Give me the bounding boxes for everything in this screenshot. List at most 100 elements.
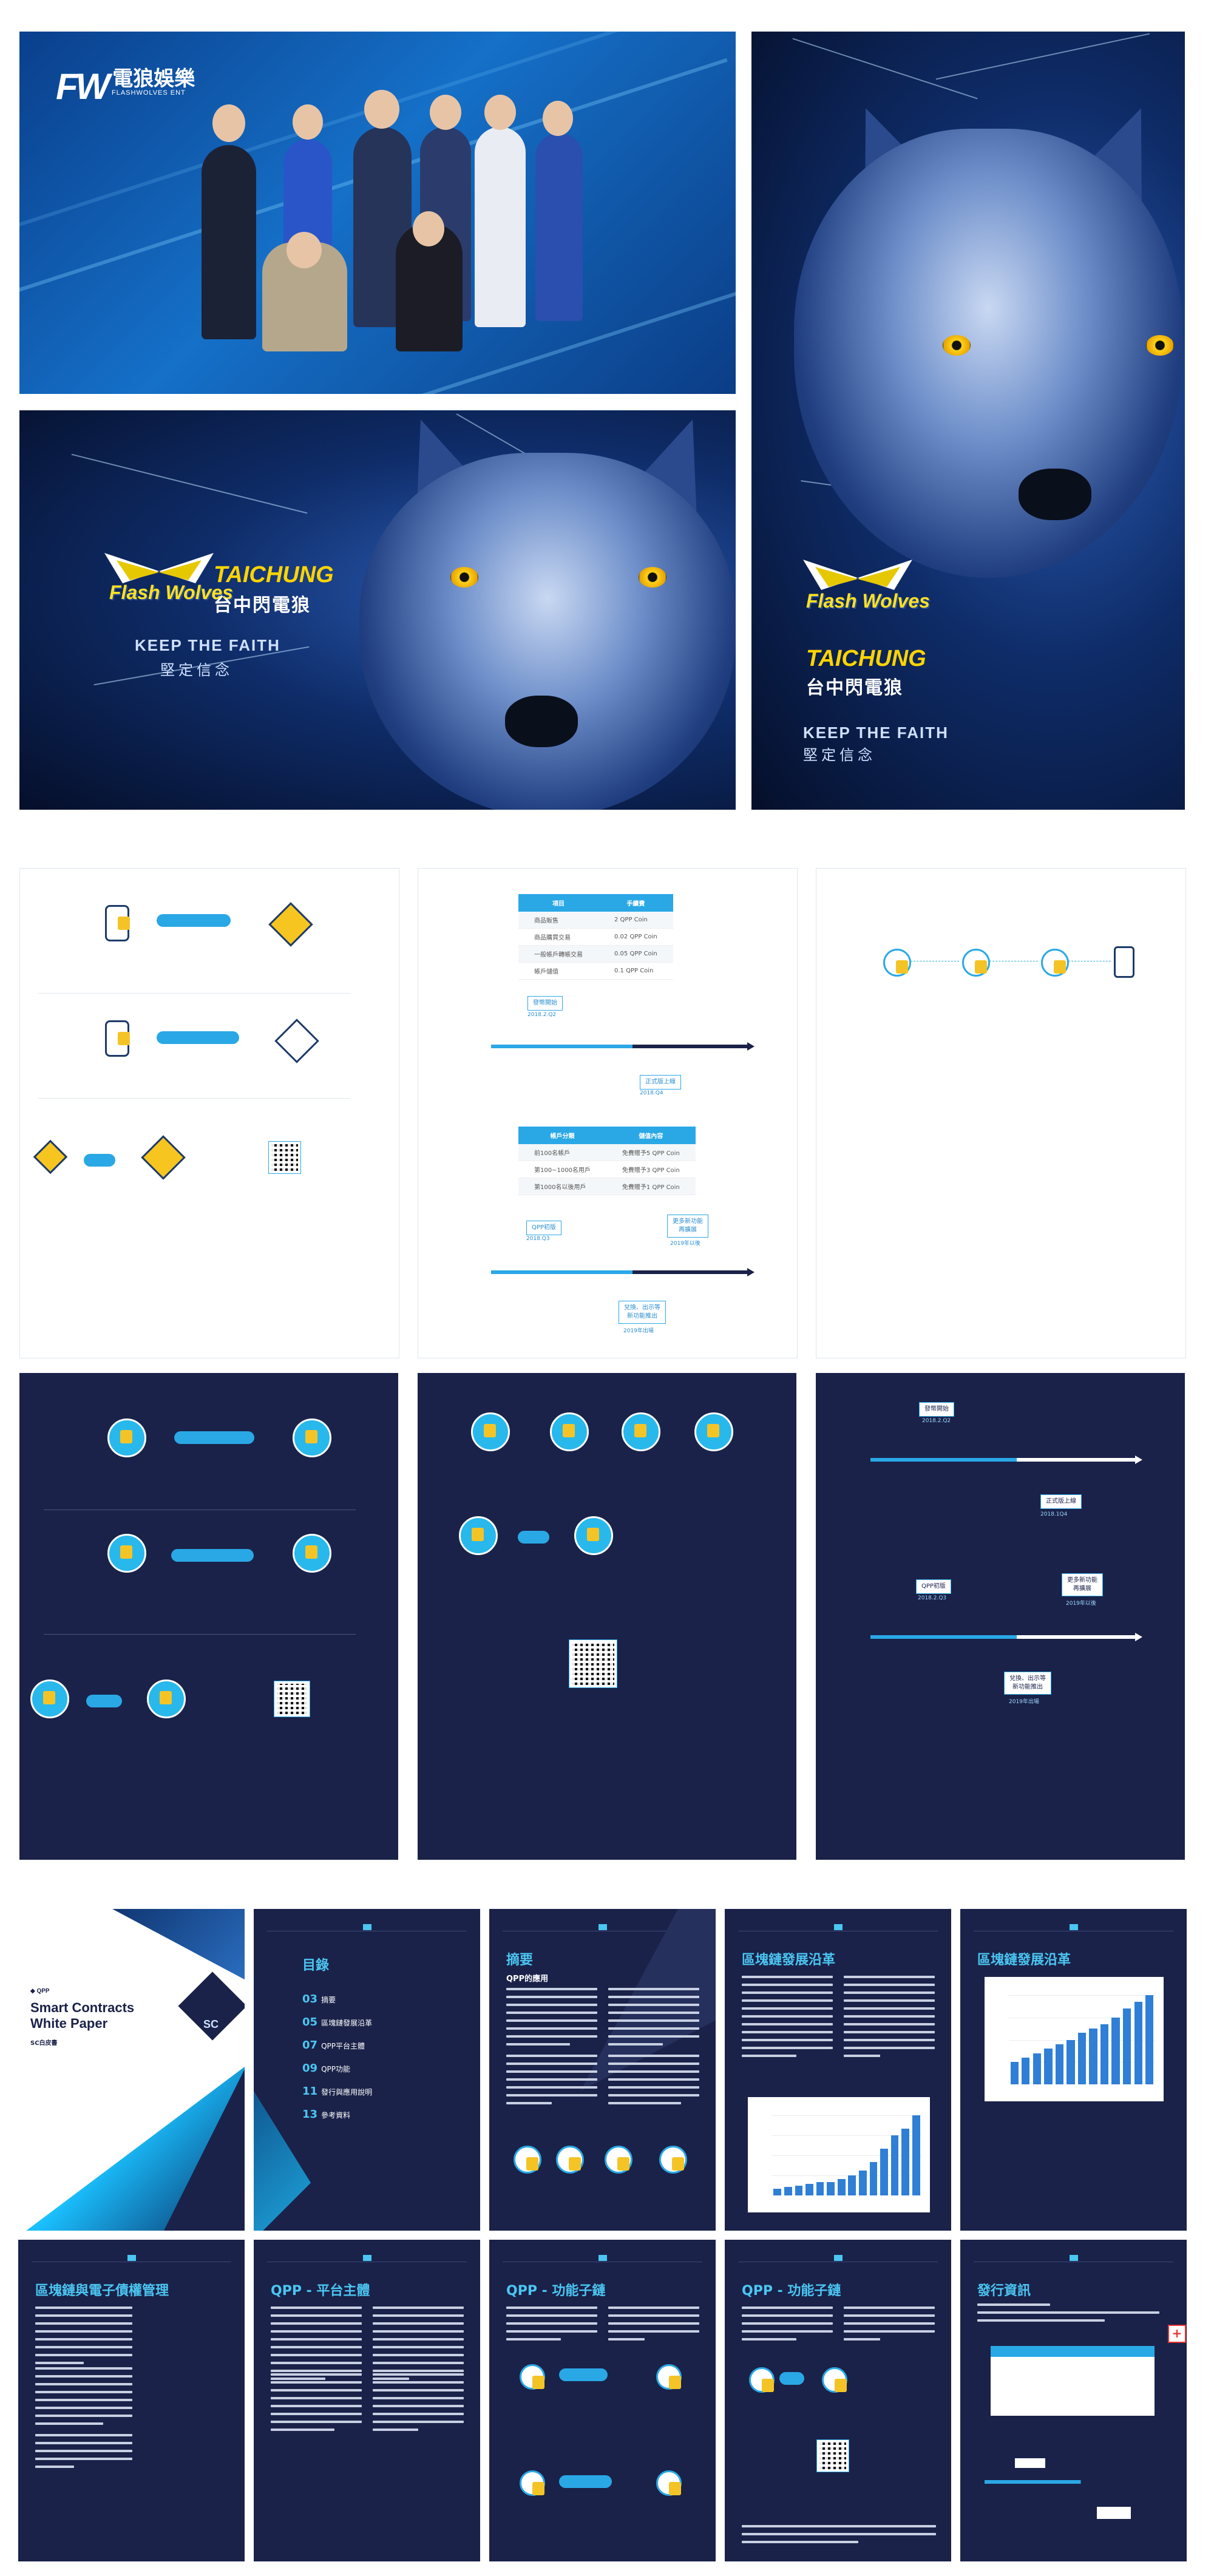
page-title: 區塊鏈發展沿革 <box>977 1953 1071 1968</box>
toc-item[interactable]: 07 QPP平台主體 <box>302 2034 372 2057</box>
whitepaper-ecommerce: 區塊鏈與電子債權管理 <box>18 2240 245 2561</box>
chart-bar <box>805 2183 813 2195</box>
whitepaper-toc: 目錄 03 摘要 05 區塊鏈發展沿革 07 QPP平台主體 09 QPP功能 11 發行… <box>254 1909 480 2231</box>
cover-title: Smart Contracts White Paper <box>30 2000 135 2031</box>
dark-flow-page-2 <box>418 1373 796 1860</box>
chart-bar <box>837 2178 846 2195</box>
page-title: 區塊鏈與電子債權管理 <box>35 2283 169 2299</box>
chart-bar <box>848 2175 856 2195</box>
chart-bar <box>869 2162 878 2195</box>
team-member <box>535 133 583 321</box>
slogan: KEEP THE FAITH <box>135 636 280 654</box>
toc-item[interactable]: 13 參考資料 <box>302 2103 372 2126</box>
chart-bar <box>1010 2062 1019 2084</box>
toc-item[interactable]: 09 QPP功能 <box>302 2057 372 2080</box>
toc-item[interactable]: 03 摘要 <box>302 1988 372 2011</box>
timeline-tag: 更多新功能 再擴展 <box>1062 1573 1103 1596</box>
city-name: TAICHUNG <box>806 646 926 671</box>
timeline-tag: 發幣開始 <box>919 1402 954 1417</box>
chart-bar <box>784 2187 792 2195</box>
page-title: QPP - 功能子鏈 <box>742 2283 841 2299</box>
timeline-tag <box>1015 2458 1045 2468</box>
chart-bar <box>880 2149 888 2195</box>
chart-bar <box>816 2182 824 2195</box>
chart-bar <box>827 2182 835 2195</box>
wolf-banner-wide: Flash Wolves TAICHUNG 台中閃電狼 KEEP THE FAI… <box>19 410 736 810</box>
timeline-tag: QPP初版 <box>916 1579 951 1594</box>
add-icon[interactable]: + <box>1168 2325 1186 2343</box>
chart-bar <box>1033 2053 1042 2084</box>
page-subtitle: QPP的應用 <box>506 1974 549 1984</box>
account-table: 帳戶分類 儲值內容 前100名帳戶 免費贈予5 QPP Coin 第100~1000… <box>518 1127 696 1195</box>
timeline-tag: 兌換、出示等 新功能推出 <box>619 1301 666 1324</box>
chart-bar <box>1100 2024 1109 2084</box>
cover-subtitle: SC白皮書 <box>30 2040 58 2047</box>
whitepaper-cover: ◆ QPP Smart Contracts White Paper SC白皮書 … <box>18 1909 245 2231</box>
team-wordmark: Flash Wolves <box>806 590 930 612</box>
chart-bar <box>1044 2049 1053 2084</box>
slogan: KEEP THE FAITH <box>803 724 949 742</box>
timeline-tag: QPP初版 <box>526 1221 561 1235</box>
page-title: 區塊鏈發展沿革 <box>742 1953 836 1968</box>
white-fee-page: 項目 手續費 商品販售 2 QPP Coin 商品購買交易 0.02 QPP Coin… <box>418 868 798 1358</box>
chart-bar <box>1134 2002 1142 2084</box>
page-title: QPP - 功能子鏈 <box>506 2283 606 2299</box>
whitepaper-platform: QPP - 平台主體 <box>254 2240 480 2561</box>
white-flow-page-3 <box>816 868 1186 1358</box>
chart-bar <box>859 2170 867 2195</box>
slogan-cn: 堅定信念 <box>803 747 876 764</box>
growth-chart-2 <box>985 1977 1164 2101</box>
timeline-bar <box>870 1633 1142 1641</box>
chart-bar <box>912 2115 920 2195</box>
timeline-bar <box>870 1456 1142 1464</box>
chart-bar <box>1066 2039 1075 2084</box>
growth-chart-1 <box>748 2097 930 2212</box>
whitepaper-summary: 摘要 QPP的應用 <box>489 1909 716 2231</box>
dark-timeline-page: 發幣開始 2018.2.Q2 正式版上線 2018.1Q4 QPP初版 2018… <box>816 1373 1185 1860</box>
city-name: TAICHUNG <box>214 562 334 588</box>
chart-bar <box>1077 2033 1087 2084</box>
timeline-tag: 兌換、出示等 新功能推出 <box>1004 1672 1051 1695</box>
toc-list: 03 摘要 05 區塊鏈發展沿革 07 QPP平台主體 09 QPP功能 11 發行與應用… <box>302 1988 372 2126</box>
whitepaper-history: 區塊鏈發展沿革 <box>725 1909 951 2231</box>
team-name-cn: 台中閃電狼 <box>806 677 903 699</box>
chart-bar <box>1145 1995 1154 2084</box>
dark-flow-page-1 <box>19 1373 398 1860</box>
team-photo: FW 電狼娛樂 FLASHWOLVES ENT <box>19 32 736 394</box>
timeline-tag: 正式版上線 <box>640 1075 681 1090</box>
timeline-bar <box>491 1268 755 1276</box>
chart-bar <box>1111 2017 1120 2084</box>
timeline-bar <box>985 2478 1165 2486</box>
cover-logo: SC <box>203 2018 219 2030</box>
chart-bar <box>901 2129 909 2195</box>
timeline-tag: 更多新功能 再擴展 <box>667 1215 708 1238</box>
timeline-bar <box>491 1042 755 1051</box>
toc-item[interactable]: 11 發行與應用說明 <box>302 2080 372 2103</box>
timeline-tag: 正式版上線 <box>1040 1494 1082 1509</box>
chart-bar <box>1122 2008 1131 2084</box>
fee-table: 項目 手續費 商品販售 2 QPP Coin 商品購買交易 0.02 QPP Coin… <box>518 894 673 980</box>
bar-series <box>1009 1995 1155 2084</box>
page-title: 摘要 <box>506 1953 534 1968</box>
timeline-tag <box>1097 2507 1131 2519</box>
toc-item[interactable]: 05 區塊鏈發展沿革 <box>302 2011 372 2034</box>
bar-series <box>772 2115 921 2195</box>
team-member <box>475 127 526 327</box>
whitepaper-features: QPP - 功能子鏈 <box>489 2240 716 2561</box>
chart-bar <box>1022 2057 1030 2084</box>
issue-table <box>991 2346 1155 2416</box>
team-name-cn: 台中閃電狼 <box>214 595 311 616</box>
timeline-tag: 發幣開始 <box>527 996 563 1011</box>
whitepaper-history-2: 區塊鏈發展沿革 <box>960 1909 1187 2231</box>
chart-bar <box>773 2189 782 2195</box>
flashwolves-ent-logo: FW 電狼娛樂 FLASHWOLVES ENT <box>56 66 195 107</box>
page-title: 發行資訊 <box>977 2283 1031 2299</box>
toc-title: 目錄 <box>302 1958 330 1973</box>
whitepaper-features-2: QPP - 功能子鏈 <box>725 2240 951 2561</box>
chart-bar <box>795 2185 803 2195</box>
team-member <box>202 145 256 339</box>
white-flow-page-1 <box>19 868 399 1358</box>
page-title: QPP - 平台主體 <box>271 2283 370 2299</box>
slogan-cn: 堅定信念 <box>160 662 233 679</box>
whitepaper-issue: 發行資訊 + <box>960 2240 1187 2561</box>
